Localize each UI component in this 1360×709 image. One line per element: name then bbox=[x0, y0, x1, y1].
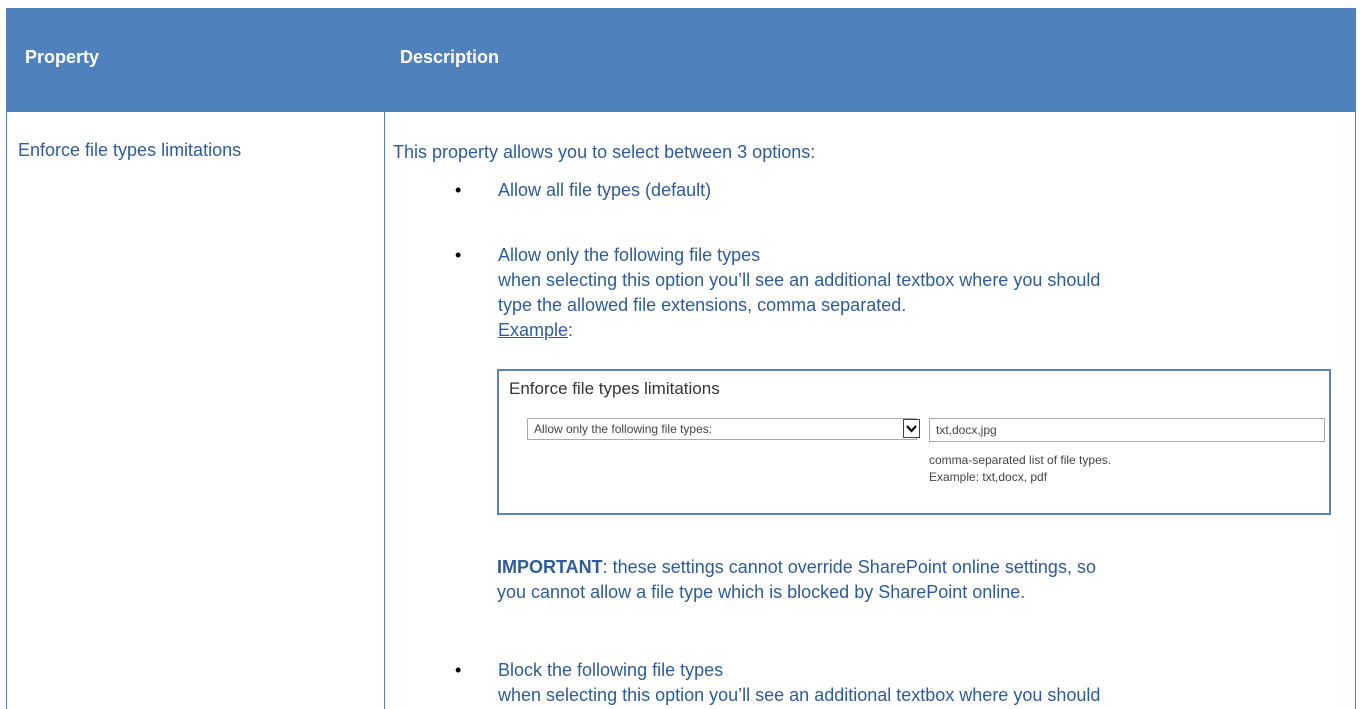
important-text-1: : these settings cannot override SharePo… bbox=[602, 557, 1096, 577]
bullet-allow-only-desc-1: when selecting this option you’ll see an… bbox=[498, 270, 1101, 290]
bullet-block: Block the following file types bbox=[498, 660, 724, 680]
bullet-allow-only: Allow only the following file types bbox=[498, 245, 761, 265]
table-header-row: Property Description bbox=[7, 9, 1355, 112]
description-intro: This property allows you to select betwe… bbox=[393, 142, 816, 162]
header-description: Description bbox=[400, 47, 500, 67]
important-note: IMPORTANT: these settings cannot overrid… bbox=[497, 555, 1327, 605]
file-types-input[interactable]: txt,docx,jpg bbox=[929, 418, 1325, 442]
chevron-down-icon[interactable] bbox=[903, 419, 920, 438]
example-label-line: Example: bbox=[498, 318, 1328, 343]
column-divider bbox=[384, 112, 385, 709]
example-label: Example bbox=[498, 320, 569, 340]
important-label: IMPORTANT bbox=[497, 557, 603, 577]
help-text-line1: comma-separated list of file types. bbox=[929, 453, 1112, 467]
bullet-block-desc-1: when selecting this option you’ll see an… bbox=[498, 685, 1101, 705]
bullet-dot-icon: • bbox=[455, 245, 462, 265]
bullet-dot-icon: • bbox=[455, 660, 462, 680]
example-colon: : bbox=[568, 320, 574, 340]
bullet-allow-all: Allow all file types (default) bbox=[498, 180, 712, 200]
important-text-2: you cannot allow a file type which is bl… bbox=[497, 582, 1026, 602]
bullet-allow-only-desc-2: type the allowed file extensions, comma … bbox=[498, 295, 907, 315]
bullet-dot-icon: • bbox=[455, 180, 462, 200]
example-screenshot: Enforce file types limitations Allow onl… bbox=[497, 369, 1331, 515]
document-page: Property Description Enforce file types … bbox=[0, 0, 1360, 709]
header-property: Property bbox=[25, 47, 100, 67]
property-name: Enforce file types limitations bbox=[18, 140, 242, 160]
file-type-mode-select[interactable]: Allow only the following file types: bbox=[527, 418, 917, 440]
help-text-line2: Example: txt,docx, pdf bbox=[929, 470, 1048, 484]
example-title: Enforce file types limitations bbox=[509, 379, 720, 398]
